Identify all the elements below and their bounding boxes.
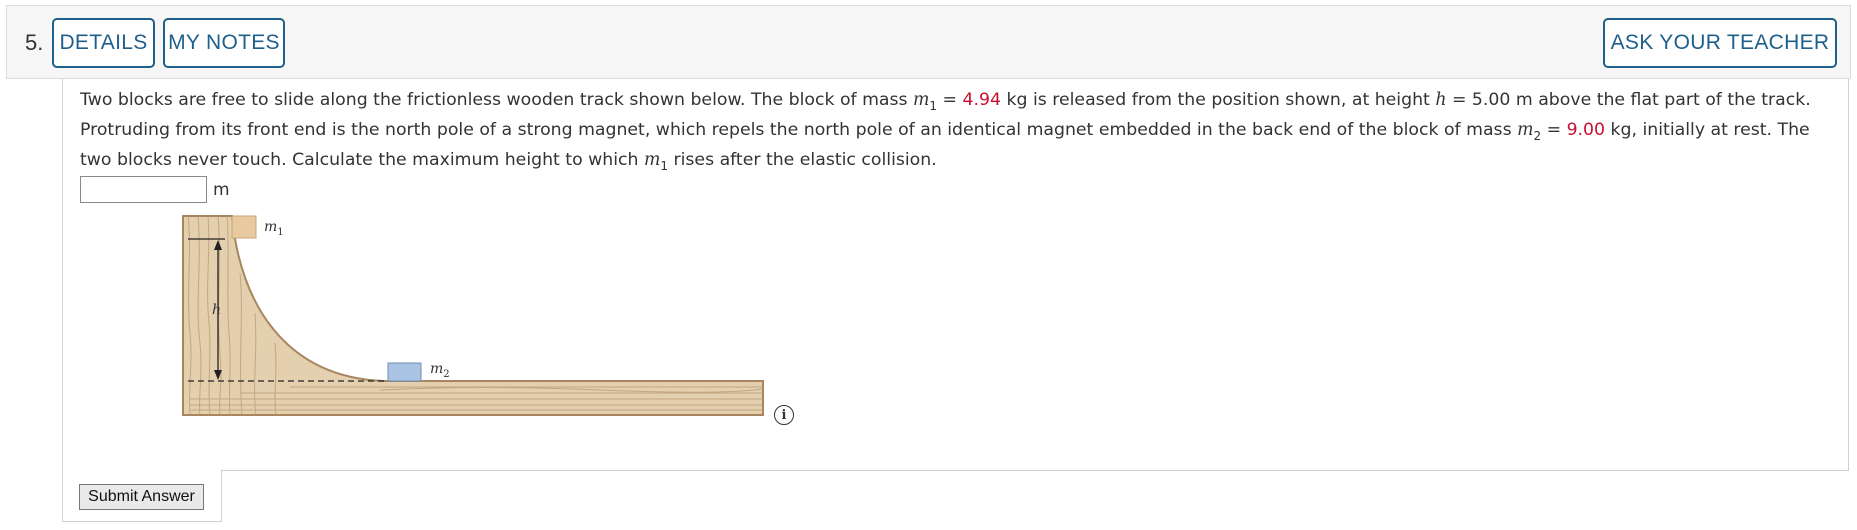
track-diagram: h m1 m2 <box>182 215 764 416</box>
m1-value: 4.94 <box>962 90 1002 110</box>
submit-answer-button[interactable]: Submit Answer <box>79 484 204 510</box>
answer-input[interactable] <box>80 176 207 203</box>
question-text: Two blocks are free to slide along the f… <box>80 90 1811 173</box>
question-number: 5. <box>25 30 44 55</box>
question-header: 5. DETAILS MY NOTES ASK YOUR TEACHER <box>6 5 1851 79</box>
m1-label: m1 <box>264 219 284 238</box>
h-label: h <box>212 302 221 318</box>
answer-unit: m <box>213 180 230 200</box>
m2-label: m2 <box>430 361 450 380</box>
block-m1 <box>231 215 257 239</box>
wooden-track <box>182 215 764 416</box>
my-notes-button[interactable]: MY NOTES <box>163 18 285 68</box>
info-icon[interactable]: i <box>774 405 794 425</box>
block-m2 <box>387 362 422 382</box>
m2-value: 9.00 <box>1566 120 1606 140</box>
ask-your-teacher-button[interactable]: ASK YOUR TEACHER <box>1603 18 1837 68</box>
details-button[interactable]: DETAILS <box>52 18 155 68</box>
